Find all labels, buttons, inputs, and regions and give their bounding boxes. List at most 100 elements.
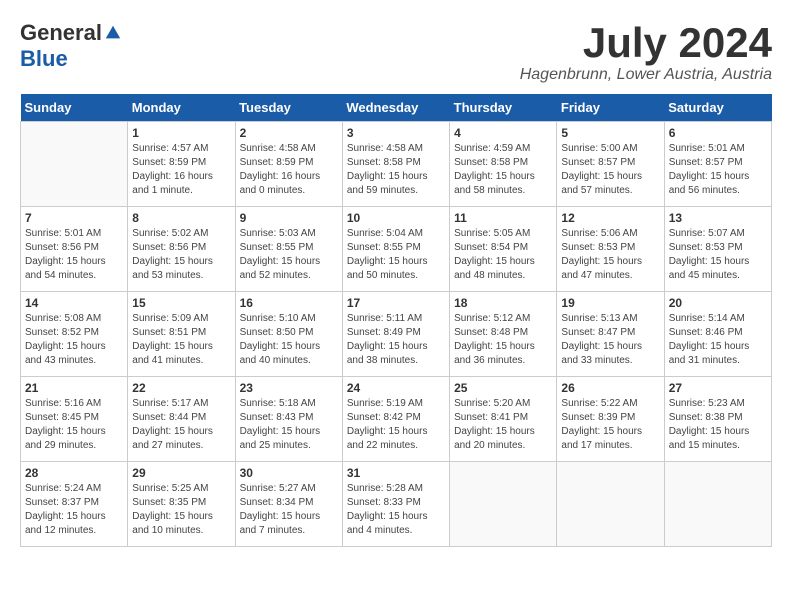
week-row-4: 21 Sunrise: 5:16 AMSunset: 8:45 PMDayligh… bbox=[21, 377, 772, 462]
day-cell: 15 Sunrise: 5:09 AMSunset: 8:51 PMDayligh… bbox=[128, 292, 235, 377]
logo-general: General bbox=[20, 20, 102, 46]
day-number: 14 bbox=[25, 296, 123, 310]
day-info: Sunrise: 5:05 AMSunset: 8:54 PMDaylight:… bbox=[454, 227, 552, 283]
day-number: 18 bbox=[454, 296, 552, 310]
day-info: Sunrise: 5:01 AMSunset: 8:57 PMDaylight:… bbox=[669, 142, 767, 198]
day-cell bbox=[557, 462, 664, 547]
logo-blue: Blue bbox=[20, 46, 68, 72]
day-cell: 2 Sunrise: 4:58 AMSunset: 8:59 PMDaylight… bbox=[235, 122, 342, 207]
day-number: 3 bbox=[347, 126, 445, 140]
day-info: Sunrise: 5:01 AMSunset: 8:56 PMDaylight:… bbox=[25, 227, 123, 283]
day-cell: 7Sunrise: 5:01 AMSunset: 8:56 PMDaylight… bbox=[21, 207, 128, 292]
day-cell: 22 Sunrise: 5:17 AMSunset: 8:44 PMDayligh… bbox=[128, 377, 235, 462]
day-cell: 29 Sunrise: 5:25 AMSunset: 8:35 PMDayligh… bbox=[128, 462, 235, 547]
logo: General Blue bbox=[20, 20, 124, 72]
day-info: Sunrise: 5:13 AMSunset: 8:47 PMDaylight:… bbox=[561, 312, 659, 368]
day-info: Sunrise: 5:03 AMSunset: 8:55 PMDaylight:… bbox=[240, 227, 338, 283]
weekday-header-saturday: Saturday bbox=[664, 94, 771, 122]
week-row-2: 7Sunrise: 5:01 AMSunset: 8:56 PMDaylight… bbox=[21, 207, 772, 292]
month-title: July 2024 bbox=[520, 20, 772, 66]
day-number: 19 bbox=[561, 296, 659, 310]
logo-icon bbox=[104, 24, 122, 42]
day-cell: 17Sunrise: 5:11 AMSunset: 8:49 PMDayligh… bbox=[342, 292, 449, 377]
day-number: 24 bbox=[347, 381, 445, 395]
day-cell: 4 Sunrise: 4:59 AMSunset: 8:58 PMDaylight… bbox=[450, 122, 557, 207]
day-number: 22 bbox=[132, 381, 230, 395]
day-info: Sunrise: 5:07 AMSunset: 8:53 PMDaylight:… bbox=[669, 227, 767, 283]
day-number: 26 bbox=[561, 381, 659, 395]
day-info: Sunrise: 5:19 AMSunset: 8:42 PMDaylight:… bbox=[347, 397, 445, 453]
day-cell: 8Sunrise: 5:02 AMSunset: 8:56 PMDaylight… bbox=[128, 207, 235, 292]
day-info: Sunrise: 5:18 AMSunset: 8:43 PMDaylight:… bbox=[240, 397, 338, 453]
day-cell: 12Sunrise: 5:06 AMSunset: 8:53 PMDayligh… bbox=[557, 207, 664, 292]
day-number: 1 bbox=[132, 126, 230, 140]
day-cell bbox=[21, 122, 128, 207]
weekday-header-row: SundayMondayTuesdayWednesdayThursdayFrid… bbox=[21, 94, 772, 122]
day-cell: 16Sunrise: 5:10 AMSunset: 8:50 PMDayligh… bbox=[235, 292, 342, 377]
page-header: General Blue July 2024 Hagenbrunn, Lower… bbox=[20, 20, 772, 84]
day-cell: 27 Sunrise: 5:23 AMSunset: 8:38 PMDayligh… bbox=[664, 377, 771, 462]
weekday-header-tuesday: Tuesday bbox=[235, 94, 342, 122]
day-info: Sunrise: 5:04 AMSunset: 8:55 PMDaylight:… bbox=[347, 227, 445, 283]
day-cell: 14Sunrise: 5:08 AMSunset: 8:52 PMDayligh… bbox=[21, 292, 128, 377]
day-number: 29 bbox=[132, 466, 230, 480]
day-info: Sunrise: 5:10 AMSunset: 8:50 PMDaylight:… bbox=[240, 312, 338, 368]
day-info: Sunrise: 4:58 AMSunset: 8:59 PMDaylight:… bbox=[240, 142, 338, 198]
weekday-header-thursday: Thursday bbox=[450, 94, 557, 122]
day-number: 30 bbox=[240, 466, 338, 480]
day-cell bbox=[450, 462, 557, 547]
day-info: Sunrise: 5:25 AMSunset: 8:35 PMDaylight:… bbox=[132, 482, 230, 538]
day-info: Sunrise: 5:23 AMSunset: 8:38 PMDaylight:… bbox=[669, 397, 767, 453]
day-cell: 24 Sunrise: 5:19 AMSunset: 8:42 PMDayligh… bbox=[342, 377, 449, 462]
day-info: Sunrise: 5:16 AMSunset: 8:45 PMDaylight:… bbox=[25, 397, 123, 453]
day-number: 25 bbox=[454, 381, 552, 395]
day-number: 27 bbox=[669, 381, 767, 395]
week-row-1: 1Sunrise: 4:57 AMSunset: 8:59 PMDaylight… bbox=[21, 122, 772, 207]
day-cell bbox=[664, 462, 771, 547]
day-cell: 18 Sunrise: 5:12 AMSunset: 8:48 PMDayligh… bbox=[450, 292, 557, 377]
day-number: 31 bbox=[347, 466, 445, 480]
day-number: 15 bbox=[132, 296, 230, 310]
weekday-header-monday: Monday bbox=[128, 94, 235, 122]
day-number: 21 bbox=[25, 381, 123, 395]
day-number: 5 bbox=[561, 126, 659, 140]
day-number: 23 bbox=[240, 381, 338, 395]
day-number: 10 bbox=[347, 211, 445, 225]
day-info: Sunrise: 4:59 AMSunset: 8:58 PMDaylight:… bbox=[454, 142, 552, 198]
day-number: 11 bbox=[454, 211, 552, 225]
day-info: Sunrise: 5:17 AMSunset: 8:44 PMDaylight:… bbox=[132, 397, 230, 453]
day-info: Sunrise: 5:14 AMSunset: 8:46 PMDaylight:… bbox=[669, 312, 767, 368]
day-info: Sunrise: 5:09 AMSunset: 8:51 PMDaylight:… bbox=[132, 312, 230, 368]
day-cell: 9Sunrise: 5:03 AMSunset: 8:55 PMDaylight… bbox=[235, 207, 342, 292]
day-cell: 10 Sunrise: 5:04 AMSunset: 8:55 PMDayligh… bbox=[342, 207, 449, 292]
day-number: 17 bbox=[347, 296, 445, 310]
day-cell: 20Sunrise: 5:14 AMSunset: 8:46 PMDayligh… bbox=[664, 292, 771, 377]
day-cell: 1Sunrise: 4:57 AMSunset: 8:59 PMDaylight… bbox=[128, 122, 235, 207]
day-cell: 6 Sunrise: 5:01 AMSunset: 8:57 PMDaylight… bbox=[664, 122, 771, 207]
weekday-header-wednesday: Wednesday bbox=[342, 94, 449, 122]
day-cell: 30 Sunrise: 5:27 AMSunset: 8:34 PMDayligh… bbox=[235, 462, 342, 547]
weekday-header-sunday: Sunday bbox=[21, 94, 128, 122]
day-info: Sunrise: 5:06 AMSunset: 8:53 PMDaylight:… bbox=[561, 227, 659, 283]
calendar-table: SundayMondayTuesdayWednesdayThursdayFrid… bbox=[20, 94, 772, 547]
day-number: 2 bbox=[240, 126, 338, 140]
title-section: July 2024 Hagenbrunn, Lower Austria, Aus… bbox=[520, 20, 772, 84]
day-cell: 26 Sunrise: 5:22 AMSunset: 8:39 PMDayligh… bbox=[557, 377, 664, 462]
day-info: Sunrise: 5:24 AMSunset: 8:37 PMDaylight:… bbox=[25, 482, 123, 538]
day-number: 4 bbox=[454, 126, 552, 140]
day-cell: 23 Sunrise: 5:18 AMSunset: 8:43 PMDayligh… bbox=[235, 377, 342, 462]
day-number: 13 bbox=[669, 211, 767, 225]
day-info: Sunrise: 5:28 AMSunset: 8:33 PMDaylight:… bbox=[347, 482, 445, 538]
day-cell: 5Sunrise: 5:00 AMSunset: 8:57 PMDaylight… bbox=[557, 122, 664, 207]
day-cell: 31 Sunrise: 5:28 AMSunset: 8:33 PMDayligh… bbox=[342, 462, 449, 547]
day-number: 6 bbox=[669, 126, 767, 140]
day-cell: 28Sunrise: 5:24 AMSunset: 8:37 PMDayligh… bbox=[21, 462, 128, 547]
day-info: Sunrise: 5:12 AMSunset: 8:48 PMDaylight:… bbox=[454, 312, 552, 368]
day-info: Sunrise: 5:22 AMSunset: 8:39 PMDaylight:… bbox=[561, 397, 659, 453]
day-cell: 3 Sunrise: 4:58 AMSunset: 8:58 PMDaylight… bbox=[342, 122, 449, 207]
day-info: Sunrise: 4:58 AMSunset: 8:58 PMDaylight:… bbox=[347, 142, 445, 198]
day-cell: 21 Sunrise: 5:16 AMSunset: 8:45 PMDayligh… bbox=[21, 377, 128, 462]
day-cell: 25Sunrise: 5:20 AMSunset: 8:41 PMDayligh… bbox=[450, 377, 557, 462]
day-cell: 11 Sunrise: 5:05 AMSunset: 8:54 PMDayligh… bbox=[450, 207, 557, 292]
day-info: Sunrise: 5:27 AMSunset: 8:34 PMDaylight:… bbox=[240, 482, 338, 538]
